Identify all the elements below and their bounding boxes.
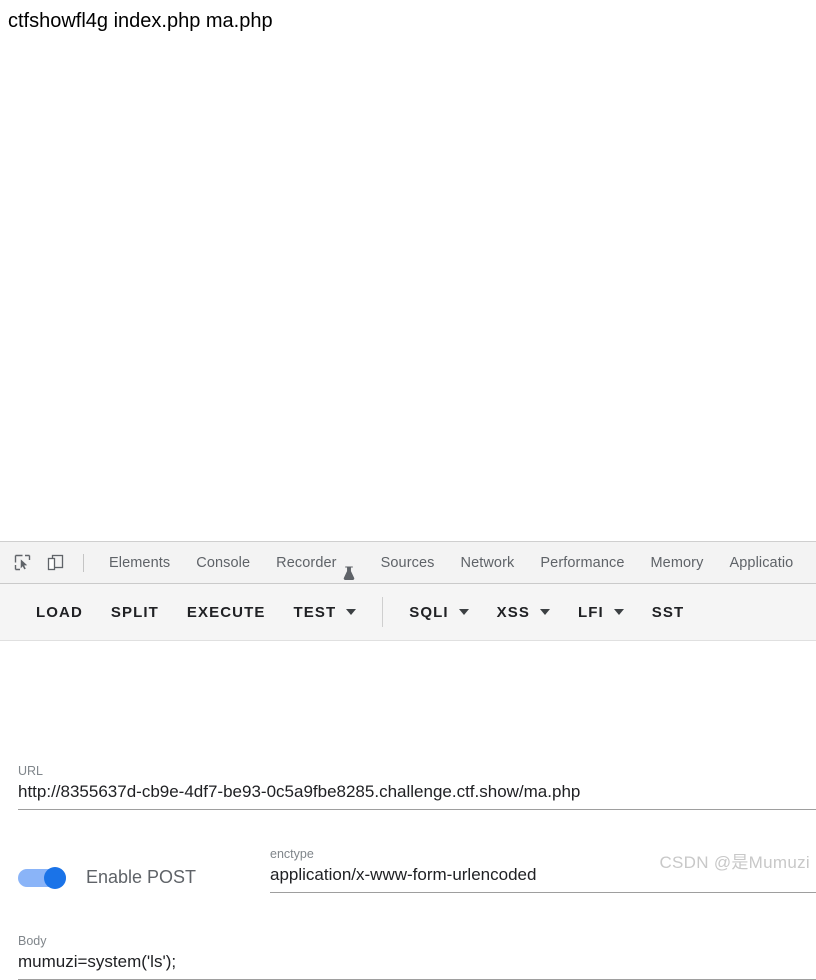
lfi-menu-label: LFI: [577, 603, 604, 621]
chevron-down-icon: [613, 609, 624, 615]
page-content-text: ctfshowfl4g index.php ma.php: [8, 10, 273, 32]
chevron-down-icon: [346, 609, 357, 615]
chevron-down-icon: [539, 609, 550, 615]
tab-elements[interactable]: Elements: [96, 543, 183, 583]
page-viewport: ctfshowfl4g index.php ma.php: [0, 0, 816, 541]
tab-recorder[interactable]: Recorder: [263, 543, 367, 583]
load-button[interactable]: LOAD: [22, 594, 97, 630]
tab-application[interactable]: Applicatio: [716, 543, 806, 583]
hackbar-separator: [382, 597, 384, 627]
tab-network[interactable]: Network: [448, 543, 528, 583]
tab-memory[interactable]: Memory: [638, 543, 717, 583]
xss-menu-button[interactable]: XSS: [483, 594, 564, 630]
body-field-label: Body: [18, 934, 47, 948]
ssti-menu-button[interactable]: SST: [638, 594, 698, 630]
tab-memory-label: Memory: [650, 554, 704, 571]
tab-network-label: Network: [460, 554, 515, 571]
load-button-label: LOAD: [36, 603, 83, 621]
chevron-down-icon: [458, 609, 469, 615]
test-menu-button[interactable]: TEST: [279, 594, 370, 630]
tab-elements-label: Elements: [109, 554, 171, 571]
url-field[interactable]: URL http://8355637d-cb9e-4df7-be93-0c5a9…: [18, 763, 816, 810]
devtools-panel: Elements Console Recorder Sources Networ…: [0, 541, 816, 980]
url-field-label: URL: [18, 764, 44, 778]
execute-button[interactable]: EXECUTE: [173, 594, 280, 630]
execute-button-label: EXECUTE: [186, 603, 266, 621]
enable-post-toggle[interactable]: [18, 866, 72, 889]
inspect-element-icon[interactable]: [8, 549, 36, 577]
tab-recorder-label: Recorder: [276, 554, 337, 571]
tab-performance-label: Performance: [540, 554, 625, 571]
split-button-label: SPLIT: [110, 603, 159, 621]
watermark: CSDN @是Mumuzi: [659, 853, 810, 872]
url-field-underline: [18, 809, 816, 810]
test-menu-label: TEST: [293, 603, 337, 621]
toolbar-divider: [83, 553, 84, 572]
tab-console[interactable]: Console: [183, 543, 263, 583]
sqli-menu-button[interactable]: SQLI: [395, 594, 482, 630]
tab-performance[interactable]: Performance: [527, 543, 637, 583]
enctype-field-underline: [270, 892, 816, 893]
toggle-thumb: [44, 866, 66, 889]
enable-post-row[interactable]: Enable POST: [18, 866, 197, 889]
xss-menu-label: XSS: [496, 603, 530, 621]
tab-sources[interactable]: Sources: [368, 543, 448, 583]
sqli-menu-label: SQLI: [409, 603, 449, 621]
ssti-menu-label: SST: [651, 603, 685, 621]
hackbar-form: URL http://8355637d-cb9e-4df7-be93-0c5a9…: [0, 641, 816, 980]
hackbar-toolbar: LOAD SPLIT EXECUTE TEST SQLI XSS LFI SST: [0, 584, 816, 641]
tab-console-label: Console: [196, 554, 251, 571]
body-input[interactable]: mumuzi=system('ls');: [18, 949, 816, 975]
split-button[interactable]: SPLIT: [97, 594, 173, 630]
url-input[interactable]: http://8355637d-cb9e-4df7-be93-0c5a9fbe8…: [18, 779, 816, 805]
device-toolbar-icon[interactable]: [41, 549, 69, 577]
enable-post-label: Enable POST: [86, 867, 197, 887]
tab-application-label: Applicatio: [729, 554, 794, 571]
tab-sources-label: Sources: [380, 554, 435, 571]
devtools-tabstrip: Elements Console Recorder Sources Networ…: [0, 542, 816, 584]
lfi-menu-button[interactable]: LFI: [564, 594, 638, 630]
flask-icon: [343, 556, 355, 580]
body-field[interactable]: Body mumuzi=system('ls');: [18, 933, 816, 980]
